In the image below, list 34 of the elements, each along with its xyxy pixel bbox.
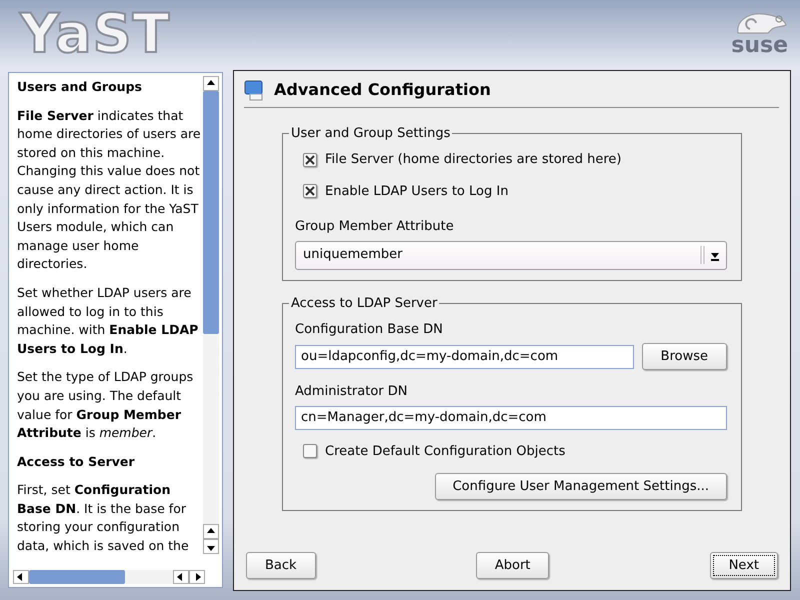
text-field[interactable]: cn=Manager,dc=my-domain,dc=com: [295, 406, 727, 430]
checkbox-label: Enable LDAP Users to Log In: [325, 182, 508, 200]
text-field[interactable]: ou=ldapconfig,dc=my-domain,dc=com: [295, 344, 634, 368]
field-label: Group Member Attribute: [295, 218, 455, 236]
help-paragraph: Set whether LDAP users are allowed to log in to this machine. with Enable LDAP Users to Log In.: [17, 284, 200, 358]
help-paragraph: File Server indicates that home directories of users are stored on this machine. Changing this value does not cause any direct action. It is only information for the YaST Users module, which can manage user home directories.: [17, 106, 202, 274]
scroll-right-icon[interactable]: [193, 573, 201, 581]
checkbox-label: Create Default Configuration Objects: [325, 442, 566, 460]
dialog-button[interactable]: Next: [710, 552, 778, 579]
vertical-scrollbar[interactable]: [203, 76, 219, 554]
field-label: Administrator DN: [295, 383, 408, 401]
suse-logo: suse: [731, 35, 788, 57]
browse-button[interactable]: Browse: [642, 343, 727, 370]
horizontal-scrollbar[interactable]: [13, 570, 205, 584]
help-paragraph: Set the type of LDAP groups you are using. The default value for Group Member Attribute is member.: [17, 368, 194, 442]
scroll-up-icon[interactable]: [207, 528, 215, 536]
group-title: User and Group Settings: [289, 125, 452, 142]
checkbox[interactable]: [303, 152, 317, 167]
scroll-left-icon[interactable]: [17, 573, 25, 581]
field-label: Configuration Base DN: [295, 320, 444, 338]
dialog-button[interactable]: Back: [246, 552, 316, 579]
help-paragraph: First, set Configuration Base DN. It is the base for storing your configuration data, which is saved on the: [17, 481, 190, 556]
dropdown[interactable]: uniquemember: [295, 240, 727, 270]
checkbox[interactable]: [303, 444, 317, 458]
scroll-left-icon[interactable]: [177, 573, 185, 581]
scroll-up-icon[interactable]: [207, 80, 215, 88]
help-heading: Access to Server: [17, 452, 136, 471]
dialog-button[interactable]: Abort: [476, 552, 550, 579]
dialog-title: Advanced Configuration: [274, 79, 491, 101]
settings-button[interactable]: Configure User Management Settings...: [434, 473, 727, 500]
help-heading: Users and Groups: [17, 78, 143, 96]
checkbox[interactable]: [303, 184, 317, 198]
checkbox-label: File Server (home directories are stored here): [325, 151, 622, 169]
yast-logo: YaST: [20, 7, 170, 61]
